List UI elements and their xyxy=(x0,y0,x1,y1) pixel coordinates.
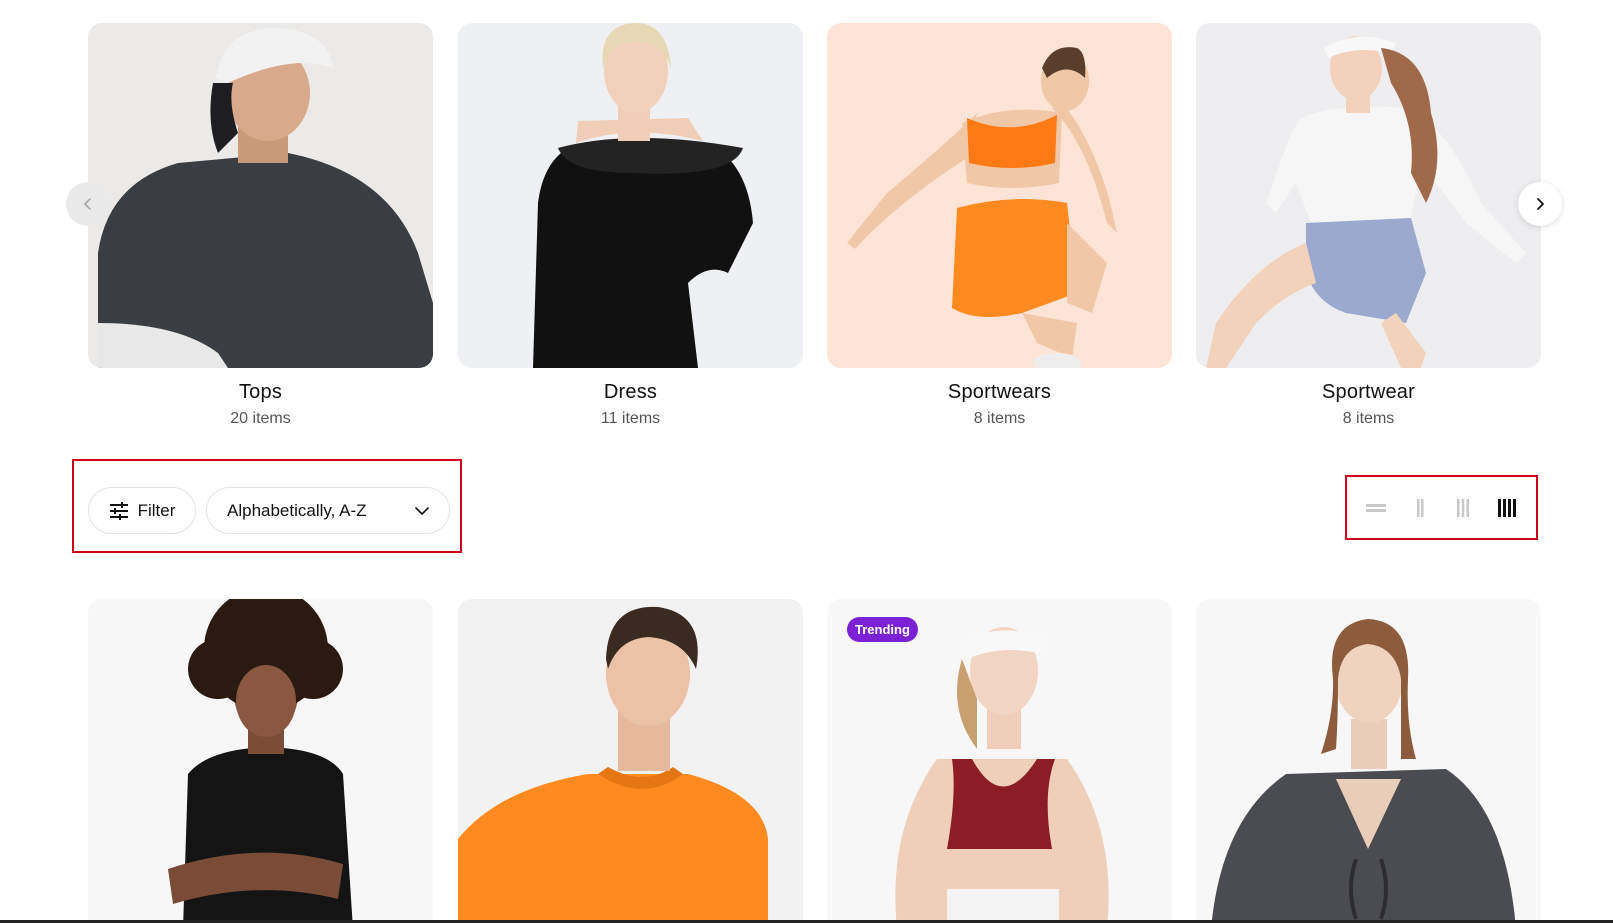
product-card[interactable] xyxy=(88,599,433,923)
sort-select[interactable]: Alphabetically, A-Z xyxy=(206,487,450,534)
collection-image[interactable] xyxy=(88,23,433,368)
layout-switch xyxy=(1348,478,1535,537)
collection-image[interactable] xyxy=(1196,23,1541,368)
collection-photo-dress xyxy=(458,23,803,368)
collection-image[interactable] xyxy=(458,23,803,368)
three-column-layout-icon xyxy=(1457,498,1470,517)
four-column-layout-icon xyxy=(1498,498,1517,517)
chevron-down-icon xyxy=(415,506,429,515)
product-image[interactable] xyxy=(88,599,433,923)
collection-card-sportwear[interactable]: Sportwear 8 items xyxy=(1196,23,1541,428)
collection-count: 20 items xyxy=(230,410,291,427)
product-image[interactable] xyxy=(1196,599,1541,923)
collection-count: 8 items xyxy=(1342,410,1395,427)
collection-photo-tops xyxy=(88,23,433,368)
product-card[interactable] xyxy=(458,599,803,923)
collections-carousel: Tops 20 items Dress 11 items Sportwears … xyxy=(88,23,1541,427)
chevron-left-icon xyxy=(84,198,91,210)
filter-label: Filter xyxy=(137,500,176,520)
collection-image[interactable] xyxy=(827,23,1172,368)
layout-2col-button[interactable] xyxy=(1405,493,1435,523)
collection-name[interactable]: Sportwears xyxy=(827,381,1172,404)
sliders-icon xyxy=(109,501,128,520)
product-card[interactable]: Trending xyxy=(827,599,1172,923)
collection-count: 11 items xyxy=(600,410,661,427)
product-image[interactable] xyxy=(827,599,1172,923)
collection-name[interactable]: Tops xyxy=(88,381,433,404)
collection-photo-sportwear xyxy=(1196,23,1541,368)
collections-track: Tops 20 items Dress 11 items Sportwears … xyxy=(88,23,1541,427)
collection-card-tops[interactable]: Tops 20 items xyxy=(88,23,433,428)
list-layout-icon xyxy=(1365,503,1386,512)
product-badge: Trending xyxy=(847,617,918,642)
collection-name[interactable]: Sportwear xyxy=(1196,381,1541,404)
chevron-right-icon xyxy=(1537,198,1544,210)
collection-page: Tops 20 items Dress 11 items Sportwears … xyxy=(0,0,1613,923)
collection-card-dress[interactable]: Dress 11 items xyxy=(458,23,803,428)
product-card[interactable] xyxy=(1196,599,1541,923)
layout-list-button[interactable] xyxy=(1361,493,1391,523)
collection-photo-sportwears xyxy=(827,23,1172,368)
layout-4col-button[interactable] xyxy=(1492,493,1522,523)
collection-name[interactable]: Dress xyxy=(458,381,803,404)
carousel-next-button[interactable] xyxy=(1518,182,1562,226)
product-image[interactable] xyxy=(458,599,803,923)
sort-value: Alphabetically, A-Z xyxy=(227,500,367,520)
collection-count: 8 items xyxy=(973,410,1026,427)
two-column-layout-icon xyxy=(1416,498,1424,517)
carousel-prev-button[interactable] xyxy=(66,182,110,226)
collection-card-sportwears[interactable]: Sportwears 8 items xyxy=(827,23,1172,428)
layout-3col-button[interactable] xyxy=(1448,493,1478,523)
product-grid: Trending xyxy=(88,599,1541,923)
filter-button[interactable]: Filter xyxy=(88,487,196,534)
